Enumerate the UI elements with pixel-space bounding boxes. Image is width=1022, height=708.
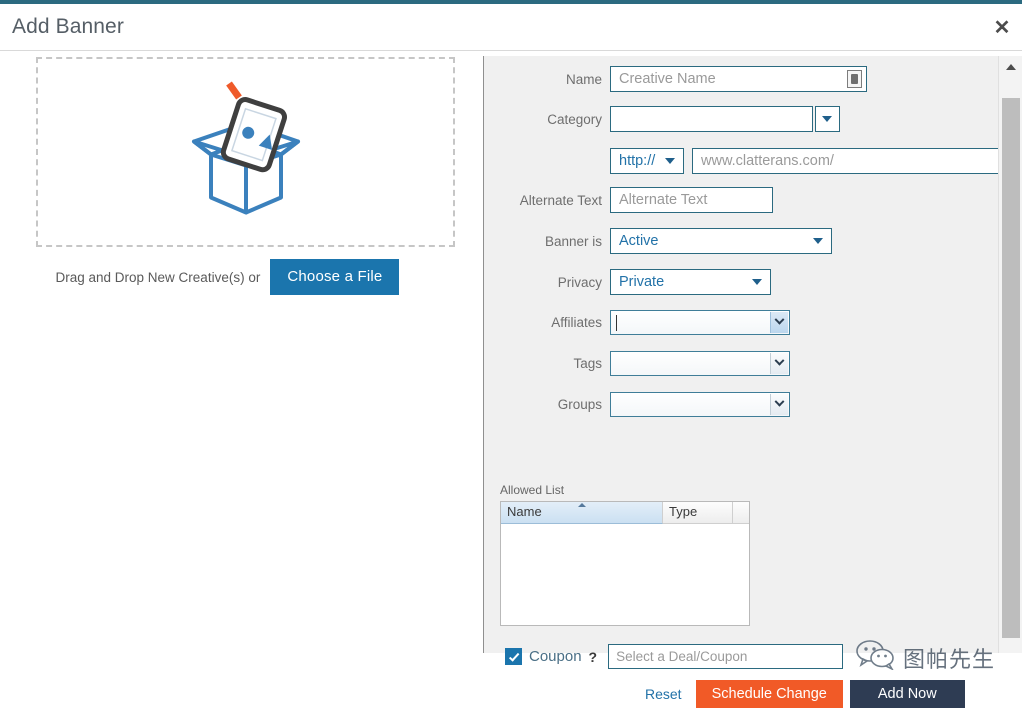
close-icon[interactable]: ✕ [989,15,1015,41]
field-label-name: Name [565,71,602,87]
field-label-affiliates: Affiliates [551,315,602,330]
chevron-down-icon [813,238,823,244]
form-actions: Reset Schedule Change Add Now [645,680,965,708]
chevron-down-icon[interactable] [770,353,788,374]
modal-body: Drag and Drop New Creative(s) or Choose … [0,52,1022,708]
field-alternate-text: Alternate Text [484,187,773,213]
column-header-name-label: Name [507,504,542,519]
chevron-down-icon[interactable] [770,312,788,333]
table-header-row: Name Type [501,502,749,524]
tags-select[interactable] [610,351,790,376]
deal-coupon-input[interactable] [608,644,844,669]
coupon-label: Coupon [529,648,582,665]
field-label-category: Category [547,111,602,127]
chevron-down-icon[interactable] [770,394,788,415]
allowed-list-label: Allowed List [500,483,565,497]
dropzone-caption: Drag and Drop New Creative(s) or Choose … [0,259,455,295]
protocol-select[interactable]: http:// [610,148,684,174]
field-groups: Groups [484,392,790,417]
affiliates-select[interactable] [610,310,790,335]
choose-a-file-button[interactable]: Choose a File [270,259,400,295]
table-body-empty [501,524,749,625]
allowed-list-table[interactable]: Name Type [500,501,750,626]
field-label-groups: Groups [557,397,602,412]
drop-box-illustration-icon [171,80,321,225]
add-now-button[interactable]: Add Now [849,680,965,708]
field-tags: Tags [484,351,790,376]
privacy-value: Private [619,274,665,290]
field-banner-is: Banner is Active [484,228,832,254]
dropzone-caption-text: Drag and Drop New Creative(s) or [55,269,261,285]
banner-status-select[interactable]: Active [610,228,832,254]
column-header-type[interactable]: Type [663,502,733,524]
creative-upload-panel: Drag and Drop New Creative(s) or Choose … [0,52,483,653]
chevron-down-icon [822,116,832,122]
field-name: Name [484,66,884,92]
column-header-type-label: Type [669,504,698,519]
help-icon[interactable]: ? [589,649,598,665]
contact-card-icon[interactable] [847,70,862,88]
reset-link[interactable]: Reset [645,680,696,708]
allowed-list-section: Allowed List Name Type [500,483,750,626]
field-affiliates: Affiliates [484,310,790,335]
field-url: http:// [484,148,1019,174]
coupon-checkbox[interactable] [505,648,522,665]
schedule-change-button[interactable]: Schedule Change [695,680,843,708]
field-label-privacy: Privacy [557,274,602,290]
triangle-up-icon [1005,64,1016,70]
protocol-value: http:// [619,153,656,169]
field-category: Category [484,106,840,132]
chevron-down-icon [752,279,762,285]
column-header-filler [733,502,749,524]
field-privacy: Privacy Private [484,269,771,295]
sort-ascending-icon [577,503,586,507]
banner-status-value: Active [619,233,659,249]
url-input[interactable] [692,148,1019,174]
vertical-scrollbar[interactable] [998,56,1022,653]
groups-select[interactable] [610,392,790,417]
field-label-alternate-text: Alternate Text [519,192,602,208]
chevron-down-icon [665,158,675,164]
check-icon [508,650,520,662]
alternate-text-input[interactable] [610,187,773,213]
page-title: Add Banner [12,15,124,38]
coupon-row: Coupon ? [505,644,844,669]
name-input[interactable] [610,66,867,92]
name-input-wrap [610,66,867,92]
text-cursor [616,315,617,331]
column-header-name[interactable]: Name [501,502,663,524]
privacy-select[interactable]: Private [610,269,771,295]
scroll-up-button[interactable] [999,56,1022,78]
field-label-tags: Tags [573,356,602,371]
modal-header: Add Banner ✕ [0,4,1022,51]
file-dropzone[interactable] [36,57,455,247]
category-dropdown-button[interactable] [815,106,840,132]
category-input[interactable] [610,106,813,132]
scrollbar-thumb[interactable] [1002,98,1020,638]
field-label-banner-is: Banner is [544,233,602,249]
